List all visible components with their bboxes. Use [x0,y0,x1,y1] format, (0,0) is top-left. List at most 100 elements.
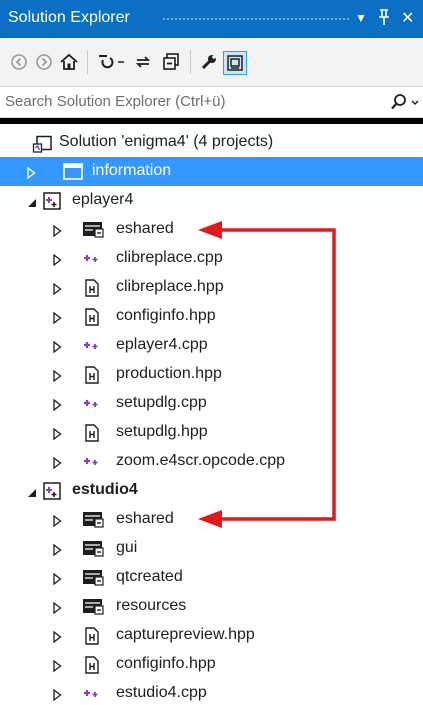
pending-changes-filter-icon[interactable] [95,51,117,73]
cpp-file-icon [82,337,102,360]
tree-node-label: eplayer4 [72,191,134,208]
cpp-file-icon [82,395,102,418]
tree-node-label: zoom.e4scr.opcode.cpp [116,452,285,469]
filter-dropdown-icon[interactable] [115,51,127,73]
tree-node-label: resources [116,597,187,614]
cpp-file-icon [82,685,102,705]
title-grip[interactable] [162,17,351,22]
collapse-all-icon[interactable] [160,51,182,73]
cpp-project-icon [43,192,61,215]
forward-icon[interactable] [33,51,55,73]
tree-node-configinfo-hpp[interactable]: configinfo.hpp [0,302,423,331]
solution-tree: Solution 'enigma4' (4 projects) informat… [0,124,423,705]
tree-node-label: eshared [116,220,174,237]
tree-node-eshared[interactable]: eshared [0,215,423,244]
header-file-icon [84,279,100,302]
tree-node-clibreplace-hpp[interactable]: clibreplace.hpp [0,273,423,302]
toolbar-separator [87,50,88,74]
tree-node-configinfo-hpp[interactable]: configinfo.hpp [0,650,423,679]
home-icon[interactable] [58,51,80,73]
expand-arrow-icon[interactable] [53,369,62,387]
header-file-icon [84,656,100,679]
tree-node-label: configinfo.hpp [116,307,216,324]
tree-node-label: configinfo.hpp [116,655,216,672]
shared-project-icon [82,540,104,563]
tree-node-label: clibreplace.cpp [116,249,223,266]
tree-node-label: estudio4 [72,481,138,498]
header-file-icon [84,627,100,650]
cpp-file-icon [82,250,102,273]
tree-node-label: gui [116,539,138,556]
expand-arrow-icon[interactable] [27,166,36,184]
solution-explorer-panel: Solution Explorer ▼ ✕ Search Solution Ex… [0,0,423,705]
tree-node-setupdlg-cpp[interactable]: setupdlg.cpp [0,389,423,418]
tree-node-setupdlg-hpp[interactable]: setupdlg.hpp [0,418,423,447]
sync-with-document-icon[interactable] [132,51,154,73]
close-icon[interactable]: ✕ [401,8,414,28]
expand-arrow-icon[interactable] [53,398,62,416]
tree-node-clibreplace-cpp[interactable]: clibreplace.cpp [0,244,423,273]
tree-node-label: setupdlg.cpp [116,394,207,411]
window-position-dropdown-icon[interactable]: ▼ [355,11,367,25]
cpp-project-icon [43,482,61,505]
back-icon[interactable] [8,51,30,73]
shared-project-icon [82,569,104,592]
tree-node-label: estudio4.cpp [116,684,207,701]
expand-arrow-icon[interactable] [53,456,62,474]
cpp-file-icon [82,453,102,476]
expand-arrow-icon[interactable] [53,340,62,358]
tree-node-eshared[interactable]: eshared [0,505,423,534]
expand-arrow-icon[interactable] [53,282,62,300]
collapse-arrow-icon[interactable] [27,485,37,503]
tree-node-label: eplayer4.cpp [116,336,208,353]
solution-node[interactable]: Solution 'enigma4' (4 projects) [0,128,423,157]
tree-node-zoom-opcode-cpp[interactable]: zoom.e4scr.opcode.cpp [0,447,423,476]
tree-node-label: setupdlg.hpp [116,423,208,440]
tree-node-eplayer4[interactable]: eplayer4 [0,186,423,215]
expand-arrow-icon[interactable] [53,659,62,677]
tree-node-estudio4-cpp[interactable]: estudio4.cpp [0,679,423,705]
tree-node-label: qtcreated [116,568,183,585]
toolbar [0,38,423,86]
solution-label: Solution 'enigma4' (4 projects) [59,133,274,150]
tree-node-eplayer4-cpp[interactable]: eplayer4.cpp [0,331,423,360]
expand-arrow-icon[interactable] [53,514,62,532]
header-file-icon [84,308,100,331]
tree-node-qtcreated[interactable]: qtcreated [0,563,423,592]
search-box[interactable]: Search Solution Explorer (Ctrl+ü) [0,86,423,118]
expand-arrow-icon[interactable] [53,311,62,329]
tree-node-information[interactable]: information [0,157,423,186]
tree-node-label: production.hpp [116,365,222,382]
pin-icon[interactable] [377,8,391,31]
tree-node-gui[interactable]: gui [0,534,423,563]
search-icon[interactable] [390,93,420,116]
expand-arrow-icon[interactable] [53,630,62,648]
expand-arrow-icon[interactable] [53,572,62,590]
expand-arrow-icon[interactable] [53,253,62,271]
collapse-arrow-icon[interactable] [27,195,37,213]
tree-node-label: information [92,162,172,179]
properties-wrench-icon[interactable] [198,51,220,73]
search-input[interactable]: Search Solution Explorer (Ctrl+ü) [5,93,226,110]
preview-selected-items-icon[interactable] [223,51,247,75]
shared-project-icon [82,511,104,534]
header-file-icon [84,424,100,447]
tree-node-label: clibreplace.hpp [116,278,224,295]
expand-arrow-icon[interactable] [53,427,62,445]
tree-node-resources[interactable]: resources [0,592,423,621]
header-file-icon [84,366,100,389]
expand-arrow-icon[interactable] [53,543,62,561]
tree-node-estudio4[interactable]: estudio4 [0,476,423,505]
tree-node-production-hpp[interactable]: production.hpp [0,360,423,389]
solution-icon [32,135,52,158]
tree-node-label: eshared [116,510,174,527]
panel-title: Solution Explorer [8,9,130,26]
tree-node-label: capturepreview.hpp [116,626,255,643]
tree-node-capturepreview-hpp[interactable]: capturepreview.hpp [0,621,423,650]
title-bar: Solution Explorer ▼ ✕ [0,0,423,38]
folder-icon [63,163,83,185]
expand-arrow-icon[interactable] [53,688,62,705]
expand-arrow-icon[interactable] [53,224,62,242]
expand-arrow-icon[interactable] [53,601,62,619]
shared-project-icon [82,598,104,621]
